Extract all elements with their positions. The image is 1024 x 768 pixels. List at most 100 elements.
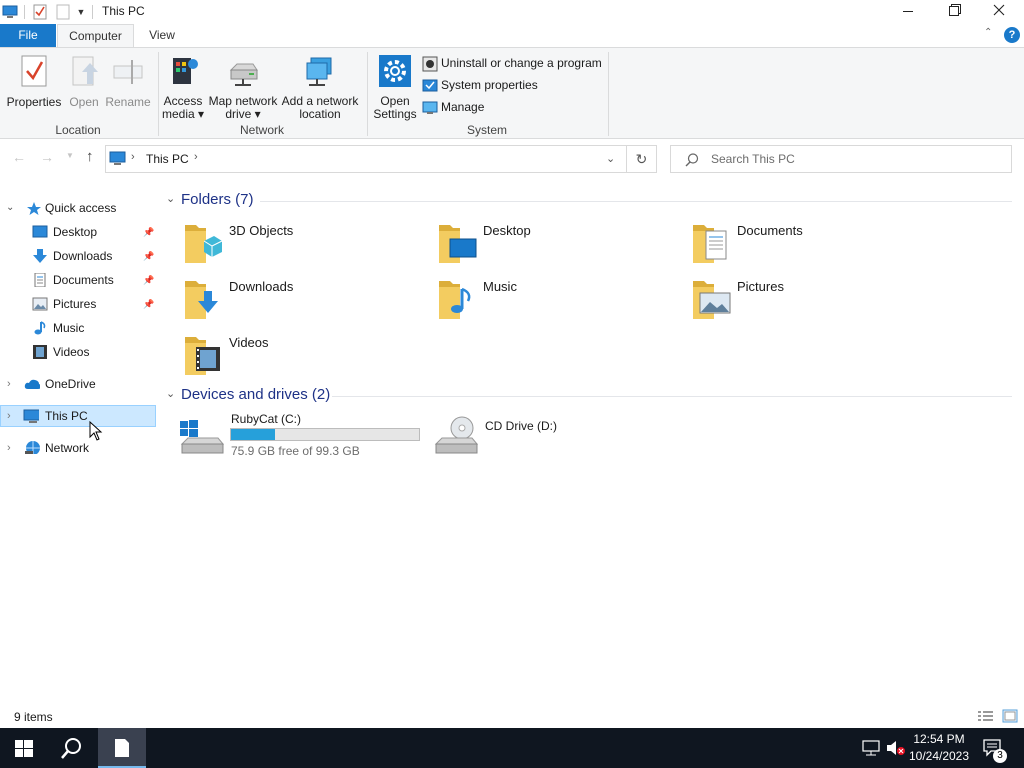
nav-item-music[interactable]: Music [0, 317, 156, 339]
pin-icon[interactable]: 📌 [143, 269, 154, 291]
properties-label: Properties [6, 95, 62, 109]
map-network-drive-icon [229, 63, 258, 86]
clock-time[interactable]: 12:54 PM [908, 732, 970, 746]
address-row: ← → ▼ ↑ › This PC › ⌄ ↻ Search This PC [0, 139, 1024, 179]
customize-qat-chevron-icon[interactable]: ▼ [76, 4, 86, 20]
tab-view[interactable]: View [140, 24, 184, 47]
folder-pictures[interactable]: Pictures [690, 275, 940, 327]
properties-qat-icon[interactable] [33, 4, 47, 20]
collapse-group-chevron-icon[interactable]: ⌄ [166, 387, 175, 400]
nav-item-downloads[interactable]: Downloads 📌 [0, 245, 156, 267]
open-settings-button[interactable]: Open Settings [370, 54, 420, 121]
volume-muted-icon[interactable] [886, 740, 906, 756]
mouse-cursor-icon [89, 421, 103, 441]
folder-videos[interactable]: Videos [182, 331, 432, 383]
nav-quick-access[interactable]: ⌄ Quick access [0, 197, 156, 219]
folder-name: Pictures [737, 279, 784, 294]
uninstall-program-button[interactable]: Uninstall or change a program [422, 55, 606, 73]
recent-locations-chevron-icon[interactable]: ▼ [66, 151, 74, 160]
tab-computer[interactable]: Computer [57, 24, 134, 48]
pictures-icon [32, 297, 48, 311]
drive-name: RubyCat (C:) [231, 412, 302, 426]
folder-documents[interactable]: Documents [690, 219, 940, 271]
nav-item-pictures[interactable]: Pictures 📌 [0, 293, 156, 315]
downloads-folder-icon [185, 281, 218, 319]
expand-chevron-icon[interactable]: › [7, 373, 11, 395]
folder-desktop[interactable]: Desktop [436, 219, 686, 271]
address-history-chevron-icon[interactable]: ⌄ [606, 152, 615, 165]
open-button[interactable]: Open [64, 54, 104, 109]
windows-start-icon[interactable] [15, 740, 33, 757]
nav-network[interactable]: › Network [0, 437, 156, 459]
refresh-icon[interactable]: ↻ [627, 145, 657, 173]
collapse-ribbon-chevron-icon[interactable]: ⌃ [984, 27, 992, 38]
new-folder-qat-icon[interactable] [56, 4, 70, 20]
search-icon[interactable] [60, 737, 84, 761]
folder-3d-objects[interactable]: 3D Objects [182, 219, 432, 271]
system-properties-button[interactable]: System properties [422, 77, 606, 95]
search-box[interactable]: Search This PC [670, 145, 1012, 173]
nav-this-pc[interactable]: › This PC [0, 405, 156, 427]
add-network-location-button[interactable]: Add a network location [280, 54, 360, 121]
devices-header[interactable]: Devices and drives (2) [181, 386, 330, 403]
status-bar: 9 items [0, 706, 1024, 728]
rename-label: Rename [105, 95, 151, 109]
pictures-folder-icon [693, 281, 731, 319]
breadcrumb[interactable]: This PC [146, 152, 189, 166]
videos-filmstrip-icon [33, 345, 47, 359]
nav-onedrive[interactable]: › OneDrive [0, 373, 156, 395]
collapse-group-chevron-icon[interactable]: ⌄ [166, 192, 175, 205]
ribbon: Properties Open Rename Location Access m… [0, 47, 1024, 139]
nav-quick-access-label: Quick access [45, 201, 117, 215]
nav-item-videos[interactable]: Videos [0, 341, 156, 363]
folder-downloads[interactable]: Downloads [182, 275, 432, 327]
details-view-icon[interactable] [978, 710, 994, 722]
rename-button[interactable]: Rename [104, 54, 152, 109]
maximize-button[interactable] [938, 0, 968, 24]
uninstall-label: Uninstall or change a program [441, 56, 602, 70]
pin-icon[interactable]: 📌 [143, 293, 154, 315]
minimize-button[interactable] [892, 0, 922, 24]
window-title: This PC [102, 4, 145, 18]
title-bar: ▼ This PC [0, 0, 1024, 24]
help-icon[interactable]: ? [1004, 27, 1020, 43]
add-network-location-icon [306, 57, 332, 86]
folder-music[interactable]: Music [436, 275, 686, 327]
breadcrumb-separator-icon[interactable]: › [194, 151, 198, 163]
nav-item-desktop[interactable]: Desktop 📌 [0, 221, 156, 243]
large-icons-view-icon[interactable] [1002, 709, 1018, 723]
forward-arrow-icon[interactable]: → [40, 149, 54, 165]
expand-chevron-icon[interactable]: › [7, 405, 11, 427]
back-arrow-icon[interactable]: ← [12, 149, 26, 165]
access-media-button[interactable]: Access media ▾ [160, 54, 206, 121]
expand-chevron-icon[interactable]: ⌄ [6, 197, 14, 219]
tab-file[interactable]: File [0, 24, 56, 47]
network-status-icon[interactable] [862, 740, 880, 756]
pin-icon[interactable]: 📌 [143, 221, 154, 243]
folder-name: Desktop [483, 223, 531, 238]
address-bar[interactable]: › This PC › ⌄ [105, 145, 627, 173]
folder-name: 3D Objects [229, 223, 294, 238]
nav-item-label: Videos [53, 345, 90, 359]
onedrive-cloud-icon [24, 379, 40, 389]
breadcrumb-separator-icon[interactable]: › [131, 151, 135, 163]
taskbar-file-explorer-button[interactable] [98, 728, 146, 768]
drive-d[interactable]: CD Drive (D:) [432, 412, 682, 462]
search-input[interactable]: Search This PC [711, 152, 795, 166]
nav-this-pc-label: This PC [45, 409, 88, 423]
up-arrow-icon[interactable]: ↑ [86, 148, 94, 165]
manage-icon [422, 101, 438, 114]
system-properties-label: System properties [441, 78, 538, 92]
drive-c[interactable]: RubyCat (C:) 75.9 GB free of 99.3 GB [178, 412, 428, 462]
close-button[interactable] [984, 0, 1014, 24]
manage-button[interactable]: Manage [422, 99, 606, 117]
map-network-drive-button[interactable]: Map network drive ▾ [206, 54, 280, 121]
nav-item-documents[interactable]: Documents 📌 [0, 269, 156, 291]
clock-date[interactable]: 10/24/2023 [906, 749, 972, 763]
properties-button[interactable]: Properties [4, 54, 64, 109]
cd-drive-icon [434, 416, 478, 454]
open-icon [72, 56, 98, 86]
folders-header[interactable]: Folders (7) [181, 191, 254, 208]
pin-icon[interactable]: 📌 [143, 245, 154, 267]
expand-chevron-icon[interactable]: › [7, 437, 11, 459]
